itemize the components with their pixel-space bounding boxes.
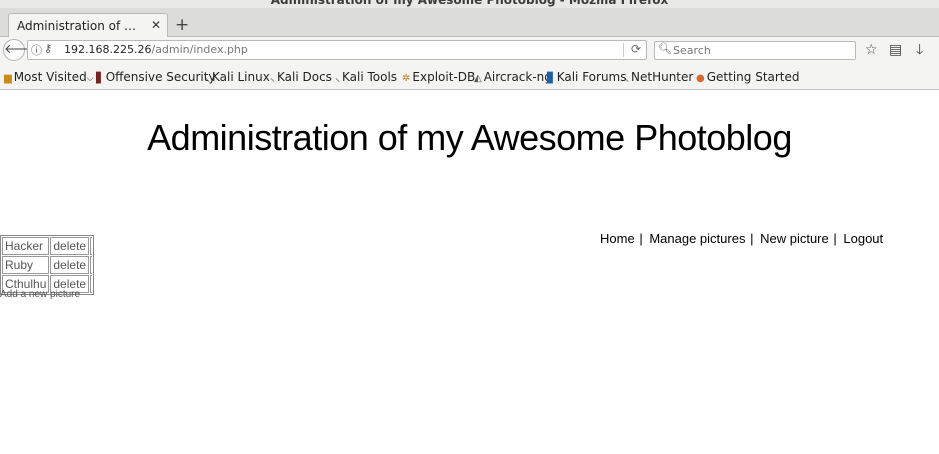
delete-cell: delete xyxy=(50,237,90,255)
bookmarks-toolbar: ▆ Most Visited⌵ ▋ Offensive Security ⸜ Kali… xyxy=(0,65,939,90)
url-text[interactable]: 192.168.225.26/admin/index.php xyxy=(64,43,248,56)
bookmark-label: Getting Started xyxy=(706,70,800,84)
bookmark-label: Aircrack-ng xyxy=(483,70,552,84)
edit-cell xyxy=(90,275,93,293)
bookmark-kali-docs[interactable]: ⸜ Kali Docs xyxy=(270,70,332,84)
back-arrow-icon[interactable]: 🡐 xyxy=(3,39,39,61)
add-new-picture-link[interactable]: Add a new picture xyxy=(0,289,80,300)
tab-active[interactable]: Administration of my Awe... ✕ xyxy=(8,13,168,38)
window-titlebar: Administration of my Awesome Photoblog -… xyxy=(0,0,939,8)
bookmark-label: Exploit-DB xyxy=(412,70,476,84)
url-path: /admin/index.php xyxy=(151,43,248,56)
search-input[interactable] xyxy=(673,43,851,58)
reading-list-icon[interactable]: ▤ xyxy=(889,41,902,59)
edit-cell xyxy=(90,256,93,274)
search-box[interactable]: 🔍︎ xyxy=(654,41,856,60)
bookmark-label: Offensive Security xyxy=(105,70,216,84)
forums-icon: ▊ xyxy=(547,73,555,84)
bookmark-nethunter[interactable]: ⸜ NetHunter xyxy=(624,70,693,84)
bookmark-getting-started[interactable]: ● Getting Started xyxy=(696,70,800,84)
kali-icon: ⸜ xyxy=(205,73,210,84)
delete-link[interactable]: delete xyxy=(53,239,86,253)
exploitdb-icon: ✲ xyxy=(402,73,411,84)
key-icon: ⚷ xyxy=(44,42,53,55)
url-separator xyxy=(623,43,624,57)
reload-icon[interactable]: ⟳ xyxy=(631,42,641,56)
url-bar[interactable]: ⓘ ⚷ 192.168.225.26/admin/index.php ⟳ xyxy=(27,40,647,60)
bookmark-most-visited[interactable]: ▆ Most Visited⌵ xyxy=(4,70,94,84)
tab-label: Administration of my Awe... xyxy=(17,19,147,33)
nav-link-new-picture[interactable]: New picture xyxy=(760,231,829,246)
picture-name: Hacker xyxy=(2,237,50,255)
site-nav: Home | Manage pictures | New picture | L… xyxy=(600,231,883,246)
download-arrow-icon[interactable]: 🡓 xyxy=(916,41,923,59)
nav-link-manage-pictures[interactable]: Manage pictures xyxy=(649,231,745,246)
kali-icon: ⸜ xyxy=(270,73,275,84)
delete-cell: delete xyxy=(50,256,90,274)
folder-icon: ▆ xyxy=(4,73,12,84)
delete-link[interactable]: delete xyxy=(53,258,86,272)
bookmark-label: NetHunter xyxy=(631,70,694,84)
bookmark-kali-tools[interactable]: ⸜ Kali Tools xyxy=(335,70,397,84)
table-row: Ruby delete xyxy=(2,256,93,274)
picture-name: Ruby xyxy=(2,256,50,274)
search-icon: 🔍︎ xyxy=(658,42,672,55)
nav-link-logout[interactable]: Logout xyxy=(843,231,883,246)
bookmark-label: Kali Forums xyxy=(556,70,627,84)
page-title: Administration of my Awesome Photoblog xyxy=(147,117,792,158)
nav-separator: | xyxy=(833,231,837,246)
firefox-icon: ● xyxy=(696,73,705,84)
navigation-toolbar: 🡐 ⓘ ⚷ 192.168.225.26/admin/index.php ⟳ 🔍… xyxy=(0,37,939,65)
nav-separator: | xyxy=(639,231,643,246)
window-title: Administration of my Awesome Photoblog -… xyxy=(270,0,669,7)
kali-icon: ⸜ xyxy=(335,73,340,84)
bookmark-label: Kali Linux xyxy=(212,70,270,84)
bookmark-exploit-db[interactable]: ✲ Exploit-DB xyxy=(402,70,475,84)
bookmark-label: Kali Docs xyxy=(277,70,332,84)
bookmark-offensive-security[interactable]: ▋ Offensive Security xyxy=(96,70,216,84)
edit-cell xyxy=(90,237,93,255)
bookmark-aircrack-ng[interactable]: ◭ Aircrack-ng xyxy=(474,70,552,84)
aircrack-icon: ◭ xyxy=(474,73,482,84)
tab-strip: Administration of my Awe... ✕ + xyxy=(0,8,939,38)
table-row: Hacker delete xyxy=(2,237,93,255)
chevron-down-icon: ⌵ xyxy=(86,74,94,84)
offsec-icon: ▋ xyxy=(96,73,104,84)
bookmark-label: Most Visited xyxy=(13,70,87,84)
new-tab-plus-icon[interactable]: + xyxy=(175,17,189,34)
bookmark-label: Kali Tools xyxy=(342,70,398,84)
nav-link-home[interactable]: Home xyxy=(600,231,635,246)
bookmark-kali-forums[interactable]: ▊ Kali Forums xyxy=(547,70,627,84)
pictures-table: Hacker delete Ruby delete Cthulhu delete xyxy=(0,235,95,295)
bookmark-star-icon[interactable]: ☆ xyxy=(865,41,878,59)
info-icon[interactable]: ⓘ xyxy=(31,42,42,58)
kali-icon: ⸜ xyxy=(624,73,629,84)
nav-separator: | xyxy=(750,231,754,246)
close-icon[interactable]: ✕ xyxy=(151,18,161,32)
bookmark-kali-linux[interactable]: ⸜ Kali Linux xyxy=(205,70,270,84)
url-host: 192.168.225.26 xyxy=(64,43,152,56)
